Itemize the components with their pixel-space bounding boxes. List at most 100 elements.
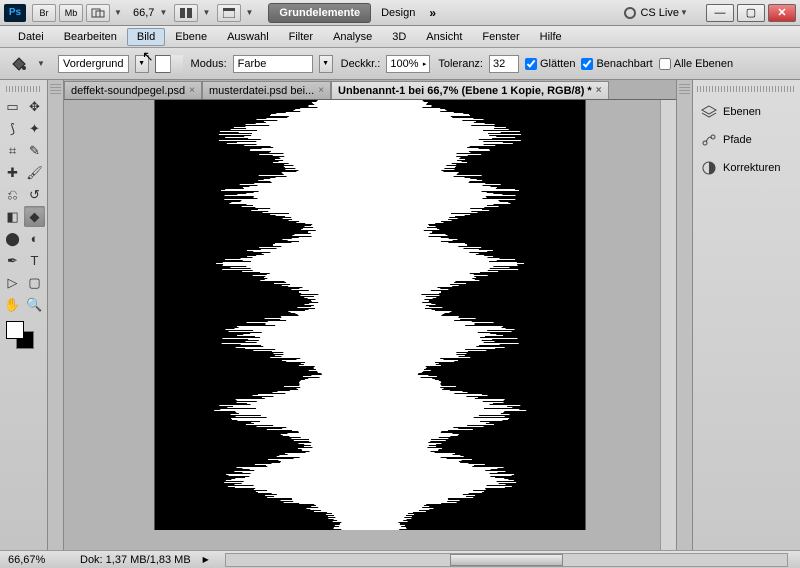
antialias-checkbox[interactable]: Glätten <box>525 58 575 70</box>
lasso-tool[interactable]: ⟆ <box>2 118 23 139</box>
eyedropper-tool[interactable]: ✎ <box>24 140 45 161</box>
tool-preset-dropdown[interactable]: ▼ <box>36 59 46 68</box>
document-tab[interactable]: deffekt-soundpegel.psd× <box>64 81 202 99</box>
close-button[interactable]: ✕ <box>768 4 796 22</box>
status-zoom[interactable]: 66,67% <box>8 554 68 566</box>
status-doc-size[interactable]: Dok: 1,37 MB/1,83 MB <box>80 554 191 566</box>
rectangle-tool[interactable]: ▢ <box>24 272 45 293</box>
history-brush-tool[interactable]: ↺ <box>24 184 45 205</box>
arrange-button[interactable] <box>174 4 198 22</box>
paint-bucket-icon <box>6 54 30 74</box>
zoom-level[interactable]: 66,7 <box>133 7 154 19</box>
contiguous-checkbox[interactable]: Benachbart <box>581 58 652 70</box>
cslive-button[interactable]: CS Live ▼ <box>624 7 695 19</box>
menu-filter[interactable]: Filter <box>279 28 323 46</box>
horizontal-scrollbar[interactable] <box>225 553 788 567</box>
zoom-dropdown-icon[interactable]: ▼ <box>158 8 168 17</box>
dodge-tool[interactable]: ◐ <box>24 228 45 249</box>
panel-label: Korrekturen <box>723 162 780 174</box>
move-tool[interactable]: ✥ <box>24 96 45 117</box>
magic-wand-tool[interactable]: ✦ <box>24 118 45 139</box>
maximize-button[interactable]: ▢ <box>737 4 765 22</box>
paint-bucket-tool[interactable]: ◆ <box>24 206 45 227</box>
foreground-color-swatch[interactable] <box>6 321 24 339</box>
all-layers-checkbox[interactable]: Alle Ebenen <box>659 58 733 70</box>
panel-grip[interactable] <box>6 86 41 92</box>
document-tab[interactable]: musterdatei.psd bei...× <box>202 81 331 99</box>
collapsed-panel-strip[interactable] <box>48 80 64 550</box>
statusbar: 66,67% Dok: 1,37 MB/1,83 MB ▶ <box>0 550 800 568</box>
chevron-right-icon[interactable]: ▶ <box>203 555 209 564</box>
vertical-scrollbar[interactable] <box>660 100 676 550</box>
opacity-field[interactable]: 100%▸ <box>386 55 430 73</box>
pattern-swatch[interactable] <box>155 55 183 73</box>
blur-tool[interactable]: ⬤ <box>2 228 23 249</box>
tolerance-label: Toleranz: <box>438 58 483 70</box>
panel-grip[interactable] <box>50 84 61 94</box>
adjustments-icon <box>701 160 717 176</box>
close-icon[interactable]: × <box>596 85 602 96</box>
dropdown-icon[interactable]: ▼ <box>113 8 123 17</box>
zoom-tool[interactable]: 🔍 <box>24 294 45 315</box>
dropdown-icon[interactable]: ▼ <box>319 55 333 73</box>
minibridge-button[interactable]: Mb <box>59 4 83 22</box>
panel-korrekturen[interactable]: Korrekturen <box>697 154 796 182</box>
minimize-button[interactable]: — <box>706 4 734 22</box>
close-icon[interactable]: × <box>318 85 324 96</box>
menu-ansicht[interactable]: Ansicht <box>416 28 472 46</box>
rect-marquee-tool[interactable]: ▭ <box>2 96 23 117</box>
dropdown-icon[interactable]: ▼ <box>135 55 149 73</box>
collapsed-panel-strip-right[interactable] <box>676 80 692 550</box>
dropdown-icon[interactable]: ▼ <box>201 8 211 17</box>
options-bar: ▼ Vordergrund ▼ Modus: Farbe ▼ Deckkr.: … <box>0 48 800 80</box>
type-tool[interactable]: T <box>24 250 45 271</box>
dropdown-icon: ▼ <box>679 8 689 17</box>
spot-heal-tool[interactable]: ✚ <box>2 162 23 183</box>
clone-tool[interactable]: ⎌ <box>2 184 23 205</box>
panel-grip[interactable] <box>679 84 690 94</box>
brush-tool[interactable]: 🖌 <box>24 162 45 183</box>
eraser-tool[interactable]: ◧ <box>2 206 23 227</box>
workspace-design[interactable]: Design <box>373 4 423 22</box>
menu-fenster[interactable]: Fenster <box>472 28 529 46</box>
panel-pfade[interactable]: Pfade <box>697 126 796 154</box>
app-logo: Ps <box>4 4 26 22</box>
document-area: deffekt-soundpegel.psd×musterdatei.psd b… <box>64 80 676 550</box>
menu-3d[interactable]: 3D <box>382 28 416 46</box>
menu-hilfe[interactable]: Hilfe <box>530 28 572 46</box>
document-tabs: deffekt-soundpegel.psd×musterdatei.psd b… <box>64 80 676 100</box>
workspace-active[interactable]: Grundelemente <box>268 3 371 23</box>
tab-label: Unbenannt-1 bei 66,7% (Ebene 1 Kopie, RG… <box>338 85 592 97</box>
panel-grip[interactable] <box>697 86 796 92</box>
hand-tool[interactable]: ✋ <box>2 294 23 315</box>
workspace-more[interactable]: » <box>429 6 436 20</box>
cslive-label: CS Live <box>640 7 679 19</box>
right-panels: Ebenen Pfade Korrekturen <box>692 80 800 550</box>
panel-ebenen[interactable]: Ebenen <box>697 98 796 126</box>
menu-datei[interactable]: Datei <box>8 28 54 46</box>
screenmode-button[interactable] <box>217 4 241 22</box>
path-select-tool[interactable]: ▷ <box>2 272 23 293</box>
bridge-button[interactable]: Br <box>32 4 56 22</box>
scrollbar-thumb[interactable] <box>450 554 562 566</box>
color-picker[interactable] <box>2 321 45 351</box>
menu-bearbeiten[interactable]: Bearbeiten <box>54 28 127 46</box>
mode-label: Modus: <box>191 58 227 70</box>
crop-tool[interactable]: ⌗ <box>2 140 23 161</box>
fill-source-select[interactable]: Vordergrund <box>58 55 129 73</box>
blend-mode-select[interactable]: Farbe <box>233 55 313 73</box>
pen-tool[interactable]: ✒ <box>2 250 23 271</box>
menu-analyse[interactable]: Analyse <box>323 28 382 46</box>
toolbox: ▭✥⟆✦⌗✎✚🖌⎌↺◧◆⬤◐✒T▷▢✋🔍 <box>0 80 48 550</box>
close-icon[interactable]: × <box>189 85 195 96</box>
titlebar: Ps Br Mb ▼ 66,7 ▼ ▼ ▼ Grundelemente Desi… <box>0 0 800 26</box>
view-extras-button[interactable] <box>86 4 110 22</box>
document-tab[interactable]: Unbenannt-1 bei 66,7% (Ebene 1 Kopie, RG… <box>331 81 609 99</box>
menu-auswahl[interactable]: Auswahl <box>217 28 279 46</box>
menu-ebene[interactable]: Ebene <box>165 28 217 46</box>
dropdown-icon[interactable]: ▼ <box>244 8 254 17</box>
blend-mode-value: Farbe <box>238 58 267 70</box>
tolerance-field[interactable]: 32 <box>489 55 519 73</box>
menu-bild[interactable]: Bild <box>127 28 165 46</box>
canvas[interactable] <box>155 100 585 530</box>
